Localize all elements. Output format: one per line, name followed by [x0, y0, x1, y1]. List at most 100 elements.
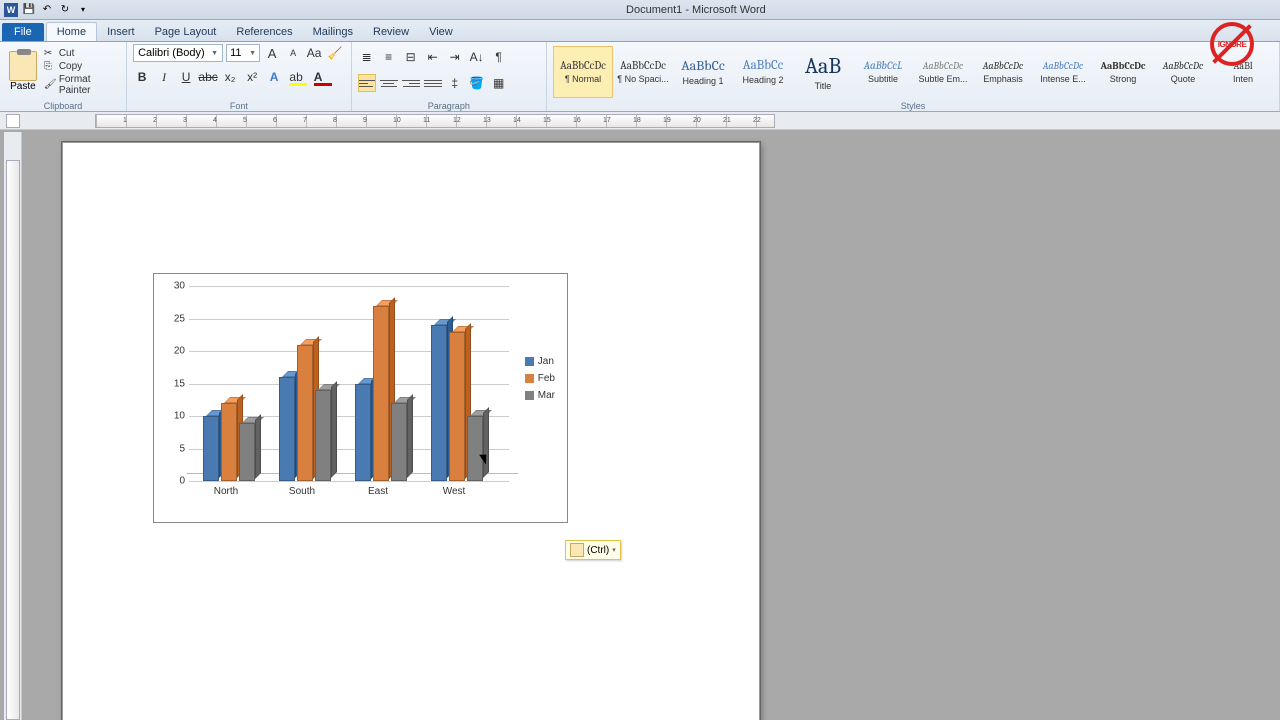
- style-subtle-em-[interactable]: AaBbCcDcSubtle Em...: [913, 46, 973, 98]
- font-size-select[interactable]: 11▼: [226, 44, 260, 62]
- borders-button[interactable]: ▦: [490, 74, 508, 92]
- x-category-label: South: [267, 486, 337, 497]
- tab-insert[interactable]: Insert: [97, 23, 145, 41]
- chevron-down-icon: ▼: [211, 50, 218, 57]
- qat-customize-icon[interactable]: ▾: [76, 3, 90, 17]
- bar-north-feb[interactable]: [221, 403, 237, 481]
- word-app-icon[interactable]: W: [4, 3, 18, 17]
- style--normal[interactable]: AaBbCcDc¶ Normal: [553, 46, 613, 98]
- style-name: Emphasis: [983, 74, 1023, 84]
- style-intense-e-[interactable]: AaBbCcDcIntense E...: [1033, 46, 1093, 98]
- style-name: Subtitle: [868, 74, 898, 84]
- bold-button[interactable]: B: [133, 68, 151, 86]
- tab-home[interactable]: Home: [46, 22, 97, 41]
- tab-view[interactable]: View: [419, 23, 463, 41]
- page: 051015202530 NorthSouthEastWest JanFebMa…: [62, 142, 760, 720]
- undo-icon[interactable]: ↶: [40, 3, 54, 17]
- increase-indent-button[interactable]: ⇥: [446, 48, 464, 66]
- shading-button[interactable]: 🪣: [468, 74, 486, 92]
- bar-east-mar[interactable]: [391, 403, 407, 481]
- superscript-button[interactable]: x²: [243, 68, 261, 86]
- y-tick-label: 10: [167, 411, 185, 422]
- y-tick-label: 5: [167, 443, 185, 454]
- strike-button[interactable]: abc: [199, 68, 217, 86]
- bar-north-jan[interactable]: [203, 416, 219, 481]
- bar-west-mar[interactable]: [467, 416, 483, 481]
- clear-format-button[interactable]: 🧹: [326, 44, 344, 62]
- paste-button[interactable]: Paste: [6, 51, 40, 92]
- watermark-circle: IGNORE: [1210, 22, 1254, 66]
- quick-access-toolbar: W 💾 ↶ ↻ ▾: [4, 3, 90, 17]
- format-painter-button[interactable]: 🖌Format Painter: [44, 74, 120, 96]
- style-quote[interactable]: AaBbCcDcQuote: [1153, 46, 1213, 98]
- save-icon[interactable]: 💾: [22, 3, 36, 17]
- numbering-button[interactable]: ≡: [380, 48, 398, 66]
- window-title: Document1 - Microsoft Word: [626, 4, 766, 16]
- document-scroll[interactable]: 051015202530 NorthSouthEastWest JanFebMa…: [22, 132, 1280, 720]
- paste-options-smarttag[interactable]: (Ctrl) ▾: [565, 540, 621, 560]
- style-name: Intense E...: [1040, 74, 1086, 84]
- bar-north-mar[interactable]: [239, 423, 255, 482]
- style--no-spaci-[interactable]: AaBbCcDc¶ No Spaci...: [613, 46, 673, 98]
- style-subtitle[interactable]: AaBbCcLSubtitle: [853, 46, 913, 98]
- ribbon: Paste ✂Cut ⎘Copy 🖌Format Painter Clipboa…: [0, 42, 1280, 112]
- bar-south-jan[interactable]: [279, 377, 295, 481]
- style-name: ¶ Normal: [565, 74, 601, 84]
- style-name: Title: [815, 81, 832, 91]
- bar-west-feb[interactable]: [449, 332, 465, 482]
- align-left-button[interactable]: [358, 74, 376, 92]
- grow-font-button[interactable]: A: [263, 44, 281, 62]
- underline-button[interactable]: U: [177, 68, 195, 86]
- bar-south-feb[interactable]: [297, 345, 313, 482]
- align-right-button[interactable]: [402, 74, 420, 92]
- style-heading-2[interactable]: AaBbCcHeading 2: [733, 46, 793, 98]
- style-heading-1[interactable]: AaBbCcHeading 1: [673, 46, 733, 98]
- font-name-select[interactable]: Calibri (Body)▼: [133, 44, 223, 62]
- view-ruler-toggle[interactable]: [6, 114, 20, 128]
- tab-file[interactable]: File: [2, 23, 44, 41]
- cut-button[interactable]: ✂Cut: [44, 48, 120, 60]
- font-color-button[interactable]: A: [309, 68, 327, 86]
- shrink-font-button[interactable]: A: [284, 44, 302, 62]
- y-tick-label: 25: [167, 313, 185, 324]
- italic-button[interactable]: I: [155, 68, 173, 86]
- chart-object[interactable]: 051015202530 NorthSouthEastWest JanFebMa…: [153, 273, 568, 523]
- decrease-indent-button[interactable]: ⇤: [424, 48, 442, 66]
- change-case-button[interactable]: Aa: [305, 44, 323, 62]
- show-marks-button[interactable]: ¶: [490, 48, 508, 66]
- style-emphasis[interactable]: AaBbCcDcEmphasis: [973, 46, 1033, 98]
- legend-item-jan: Jan: [525, 356, 555, 367]
- bar-south-mar[interactable]: [315, 390, 331, 481]
- vertical-ruler[interactable]: [4, 132, 22, 720]
- bar-east-feb[interactable]: [373, 306, 389, 482]
- legend-label: Mar: [538, 390, 555, 401]
- bullets-button[interactable]: ≣: [358, 48, 376, 66]
- tab-mailings[interactable]: Mailings: [303, 23, 363, 41]
- highlight-button[interactable]: ab: [287, 68, 305, 86]
- horizontal-ruler[interactable]: 12345678910111213141516171819202122: [95, 114, 775, 128]
- justify-button[interactable]: [424, 74, 442, 92]
- redo-icon[interactable]: ↻: [58, 3, 72, 17]
- align-center-button[interactable]: [380, 74, 398, 92]
- style-name: Quote: [1171, 74, 1196, 84]
- style-strong[interactable]: AaBbCcDcStrong: [1093, 46, 1153, 98]
- style-name: Inten: [1233, 74, 1253, 84]
- group-font: Calibri (Body)▼ 11▼ A A Aa 🧹 B I U abc x…: [127, 42, 352, 111]
- sort-button[interactable]: A↓: [468, 48, 486, 66]
- bar-east-jan[interactable]: [355, 384, 371, 482]
- bar-west-jan[interactable]: [431, 325, 447, 481]
- style-title[interactable]: AaBTitle: [793, 46, 853, 98]
- tab-page-layout[interactable]: Page Layout: [145, 23, 227, 41]
- tab-review[interactable]: Review: [363, 23, 419, 41]
- copy-button[interactable]: ⎘Copy: [44, 61, 120, 73]
- y-tick-label: 15: [167, 378, 185, 389]
- text-effects-button[interactable]: A: [265, 68, 283, 86]
- y-tick-label: 30: [167, 281, 185, 292]
- multilevel-button[interactable]: ⊟: [402, 48, 420, 66]
- horizontal-ruler-row: 12345678910111213141516171819202122: [0, 112, 1280, 130]
- clipboard-icon: [570, 543, 584, 557]
- line-spacing-button[interactable]: ‡: [446, 74, 464, 92]
- tab-references[interactable]: References: [226, 23, 302, 41]
- subscript-button[interactable]: x₂: [221, 68, 239, 86]
- legend-label: Jan: [538, 356, 554, 367]
